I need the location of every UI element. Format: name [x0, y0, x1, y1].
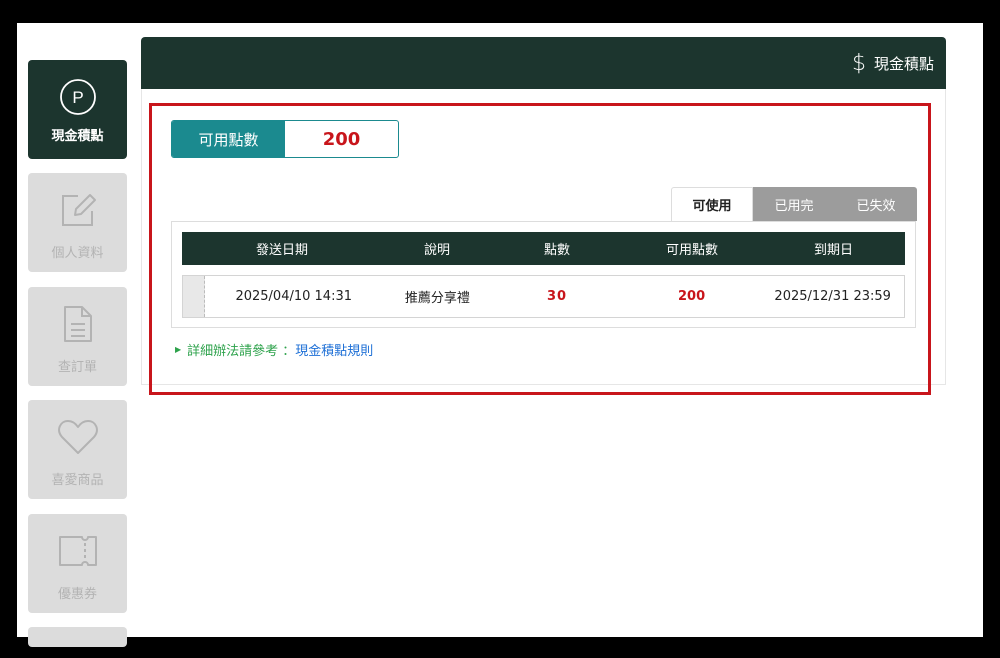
- sidebar-item-label: 喜愛商品: [51, 473, 104, 488]
- p-circle-icon: P: [59, 77, 97, 117]
- sidebar-item-cash-points[interactable]: P 現金積點: [28, 60, 127, 159]
- header-available-points: 可用點數: [665, 243, 718, 258]
- p-letter: P: [72, 88, 83, 107]
- triangle-right-icon: ▶: [175, 345, 182, 354]
- sidebar-item-label: 個人資料: [51, 246, 104, 261]
- table-row: 2025/04/10 14:31 推薦分享禮 30 200 2025/12/31…: [182, 275, 905, 318]
- header-points: 點數: [543, 243, 570, 258]
- dollar-icon: $: [851, 50, 866, 76]
- rules-line: ▶ 詳細辦法請參考 ： 現金積點規則: [175, 340, 373, 359]
- rules-link[interactable]: 現金積點規則: [295, 340, 373, 359]
- rules-prefix: 詳細辦法請參考 ：: [187, 344, 296, 359]
- cell-send-date: 2025/04/10 14:31: [235, 289, 352, 304]
- cell-available-points: 200: [678, 289, 706, 304]
- sidebar-item-label: 查訂單: [57, 360, 97, 375]
- sidebar-item-coupons[interactable]: 優惠券: [28, 514, 127, 613]
- edit-icon: [58, 190, 98, 230]
- sidebar-item-more[interactable]: [28, 627, 127, 647]
- sidebar-item-label: 優惠券: [57, 587, 97, 602]
- cell-expiry: 2025/12/31 23:59: [774, 289, 891, 304]
- sidebar-item-orders[interactable]: 查訂單: [28, 287, 127, 386]
- page-header: $ 現金積點: [141, 37, 946, 89]
- available-points-value: 200: [322, 128, 361, 150]
- ticket-icon: [57, 531, 99, 571]
- cell-points: 30: [546, 289, 568, 304]
- header-expiry: 到期日: [813, 243, 853, 258]
- tab-used[interactable]: 已用完: [753, 187, 835, 221]
- row-grip: [183, 276, 205, 317]
- table-header: 發送日期 說明 點數 可用點數 到期日: [182, 232, 905, 265]
- sidebar-item-label: 現金積點: [51, 129, 104, 144]
- header-description: 說明: [423, 243, 450, 258]
- header-send-date: 發送日期: [255, 243, 308, 258]
- sidebar-item-profile[interactable]: 個人資料: [28, 173, 127, 272]
- available-points-box: 可用點數 200: [171, 120, 399, 158]
- cell-description: 推薦分享禮: [404, 291, 470, 306]
- tab-expired[interactable]: 已失效: [835, 187, 917, 221]
- status-tabs: 可使用 已用完 已失效: [671, 187, 917, 221]
- document-icon: [61, 304, 95, 344]
- sidebar-item-favorites[interactable]: 喜愛商品: [28, 400, 127, 499]
- heart-icon: [57, 417, 99, 457]
- tab-usable[interactable]: 可使用: [671, 187, 753, 221]
- available-points-label: 可用點數: [172, 121, 285, 157]
- page-title: 現金積點: [873, 54, 934, 73]
